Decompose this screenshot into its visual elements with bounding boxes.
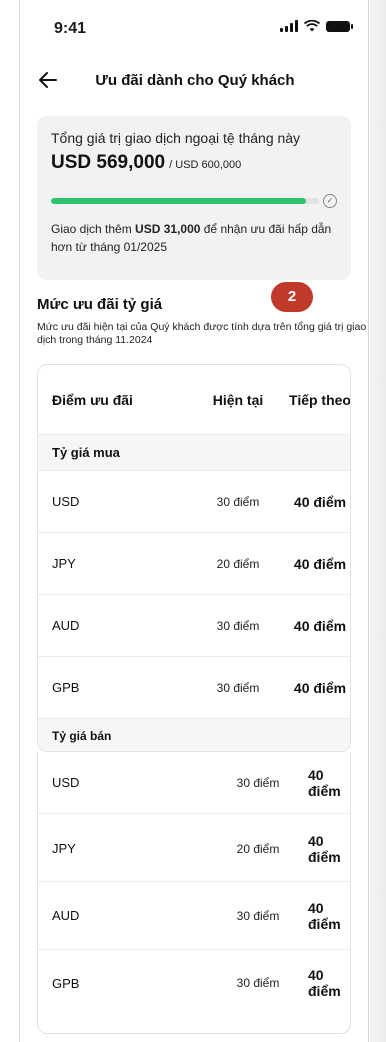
row-current: 20 điểm bbox=[216, 556, 260, 571]
row-currency: USD bbox=[52, 494, 80, 509]
table-row: JPY 20 điểm 40 điểm bbox=[38, 533, 350, 595]
progress-fill bbox=[51, 198, 306, 204]
row-next: 40 điểm bbox=[293, 493, 347, 510]
progress-track bbox=[51, 198, 319, 204]
current-amount: USD 569,000 bbox=[51, 152, 166, 173]
group-title: Tỷ giá bán bbox=[52, 729, 112, 743]
header-next: Tiếp theo bbox=[289, 391, 351, 408]
row-current: 30 điểm bbox=[236, 976, 280, 990]
phone-screen: 9:41 Ưu đãi dành cho Quý khách Tổng giá … bbox=[19, 0, 369, 1042]
wifi-icon bbox=[304, 20, 320, 32]
row-currency: USD bbox=[52, 775, 80, 790]
transaction-summary-card: Tổng giá trị giao dịch ngoại tệ tháng nà… bbox=[37, 116, 351, 280]
table-row: AUD 30 điểm 40 điểm bbox=[38, 882, 350, 950]
row-next: 40 điểm bbox=[308, 832, 341, 865]
battery-icon bbox=[326, 20, 353, 32]
summary-label: Tổng giá trị giao dịch ngoại tệ tháng nà… bbox=[51, 130, 301, 146]
step-badge: 2 bbox=[271, 282, 313, 312]
row-next: 40 điểm bbox=[293, 679, 347, 696]
section-title: Mức ưu đãi tỷ giá bbox=[37, 296, 163, 313]
nav-bar: Ưu đãi dành cho Quý khách bbox=[20, 62, 370, 98]
row-next: 40 điểm bbox=[308, 967, 341, 999]
cellular-signal-icon bbox=[280, 20, 298, 32]
row-current: 30 điểm bbox=[216, 680, 260, 695]
status-bar: 9:41 bbox=[20, 0, 370, 56]
table-row: USD 30 điểm 40 điểm bbox=[38, 752, 350, 814]
page-title: Ưu đãi dành cho Quý khách bbox=[95, 72, 295, 89]
row-current: 20 điểm bbox=[236, 841, 280, 856]
summary-amount: USD 569,000 / USD 600,000 bbox=[51, 152, 337, 174]
group-sell-header: Tỷ giá bán bbox=[38, 719, 350, 751]
row-current: 30 điểm bbox=[216, 494, 260, 509]
row-current: 30 điểm bbox=[236, 775, 280, 790]
section-description: Mức ưu đãi hiện tại của Quý khách được t… bbox=[37, 321, 367, 346]
amount-limit: / USD 600,000 bbox=[169, 159, 242, 171]
group-title: Tỷ giá mua bbox=[52, 445, 120, 460]
row-currency: JPY bbox=[52, 556, 76, 571]
row-next: 40 điểm bbox=[308, 766, 341, 799]
row-currency: AUD bbox=[52, 908, 80, 923]
row-current: 30 điểm bbox=[236, 908, 280, 923]
progress-row: ✓ bbox=[51, 194, 337, 208]
table-row: GPB 30 điểm 40 điểm bbox=[38, 950, 350, 1016]
row-currency: GPB bbox=[52, 975, 80, 991]
table-row: GPB 30 điểm 40 điểm bbox=[38, 657, 350, 719]
row-currency: JPY bbox=[52, 841, 76, 856]
background-strip bbox=[370, 0, 386, 1042]
row-currency: GPB bbox=[52, 680, 80, 695]
row-current: 30 điểm bbox=[216, 618, 260, 633]
row-next: 40 điểm bbox=[293, 617, 347, 634]
row-currency: AUD bbox=[52, 618, 80, 633]
table-row: USD 30 điểm 40 điểm bbox=[38, 471, 350, 533]
check-circle-icon: ✓ bbox=[323, 194, 337, 208]
row-next: 40 điểm bbox=[293, 555, 347, 572]
note-amount: USD 31,000 bbox=[135, 222, 201, 236]
table-row: AUD 30 điểm 40 điểm bbox=[38, 595, 350, 657]
header-points: Điểm ưu đãi bbox=[52, 391, 133, 408]
rate-table-sell: USD 30 điểm 40 điểm JPY 20 điểm 40 điểm … bbox=[37, 752, 351, 1034]
table-header: Điểm ưu đãi Hiện tại Tiếp theo bbox=[38, 365, 351, 435]
row-next: 40 điểm bbox=[308, 899, 341, 932]
status-icons bbox=[280, 20, 353, 32]
summary-note: Giao dịch thêm USD 31,000 để nhận ưu đãi… bbox=[51, 220, 343, 256]
note-prefix: Giao dịch thêm bbox=[51, 222, 136, 236]
status-time: 9:41 bbox=[54, 20, 87, 37]
group-buy-header: Tỷ giá mua bbox=[38, 435, 350, 471]
header-current: Hiện tại bbox=[212, 391, 264, 408]
rate-table: Điểm ưu đãi Hiện tại Tiếp theo Tỷ giá mu… bbox=[37, 364, 351, 752]
table-row: JPY 20 điểm 40 điểm bbox=[38, 816, 350, 882]
